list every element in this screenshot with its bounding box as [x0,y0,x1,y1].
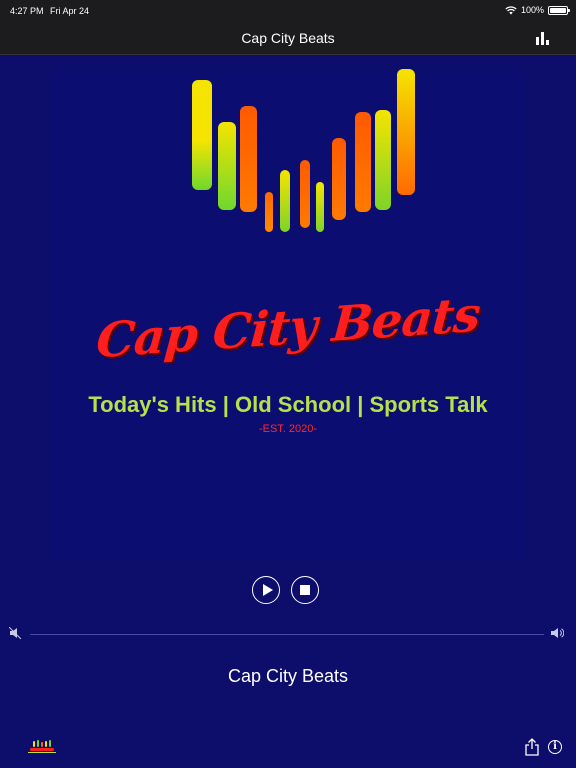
station-artwork: Cap City Beats Today's Hits | Old School… [52,69,524,560]
stop-icon [300,585,310,595]
status-right: 100% [505,5,570,15]
equalizer-bar [192,80,212,190]
equalizer-bar [375,110,391,210]
nav-title: Cap City Beats [241,30,335,46]
battery-icon [548,5,570,15]
volume-min-icon [9,627,22,639]
nav-bar: Cap City Beats [0,22,576,55]
status-time: 4:27 PM [10,6,44,16]
volume-max-icon [551,628,564,638]
equalizer-bar [218,122,236,210]
tagline: Today's Hits | Old School | Sports Talk [88,392,488,417]
equalizer-icon[interactable] [536,31,552,45]
station-name: Cap City Beats [227,666,349,686]
play-icon [263,584,273,596]
mini-logo-icon[interactable] [25,739,59,755]
battery-percent: 100% [520,5,544,15]
equalizer-bar [332,138,346,220]
stop-button[interactable] [291,576,319,604]
volume-slider[interactable] [30,634,544,635]
info-icon[interactable]: i [548,740,562,754]
play-button[interactable] [252,576,280,604]
status-date: Fri Apr 24 [50,6,90,16]
equalizer-bar [280,170,290,232]
share-icon[interactable] [524,738,540,756]
wifi-icon [505,5,517,14]
battery-fill [550,7,566,13]
status-bar: 4:27 PM Fri Apr 24 100% [0,0,576,22]
est-label: -EST. 2020- [258,423,318,435]
volume-row [0,626,576,642]
equalizer-bar [316,182,324,232]
equalizer-bar [300,160,310,228]
equalizer-bar [355,112,371,212]
equalizer-bar [240,106,257,212]
equalizer-bar [397,69,415,195]
equalizer-bar [265,192,273,232]
